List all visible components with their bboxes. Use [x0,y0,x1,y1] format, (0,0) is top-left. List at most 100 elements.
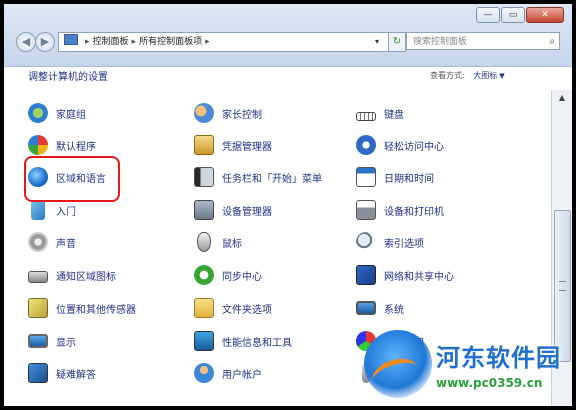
cp-item-troubleshooting[interactable]: 疑难解答 [28,362,96,384]
cp-item-label: 通知区域图标 [56,271,116,283]
cp-item-user-accounts[interactable]: 用户帐户 [194,362,262,384]
cp-item-device-manager[interactable]: 设备管理器 [194,199,272,221]
speaker-icon [28,232,48,252]
cp-item-label: 位置和其他传感器 [56,304,136,316]
cp-item-calendar[interactable]: 日期和时间 [356,166,434,188]
cp-item-printer[interactable]: 设备和打印机 [356,199,444,221]
view-mode: 查看方式: 大图标 ▼ [430,70,505,81]
cp-item-label: 同步中心 [222,271,262,283]
control-panel-folder-icon [64,34,78,45]
cp-item-label: 疑难解答 [56,369,96,381]
chevron-right-icon: ▸ [85,37,90,47]
cp-item-label: 设备管理器 [222,206,272,218]
address-bar[interactable]: ▸ 控制面板 ▸ 所有控制面板项 ▸ ▾ [58,32,398,52]
search-input[interactable]: 搜索控制面板 ⌕ [406,32,560,50]
view-mode-dropdown[interactable]: 大图标 ▼ [473,71,504,80]
cp-item-homegroup[interactable]: 家庭组 [28,102,86,124]
minimize-button[interactable]: — [476,7,500,23]
display-icon [28,334,48,348]
user-accounts-icon [194,363,214,383]
cp-item-system[interactable]: 系统 [356,297,404,319]
cp-item-label: 日期和时间 [384,173,434,185]
cp-item-ease-of-access[interactable]: 轻松访问中心 [356,134,444,156]
taskbar-icon [194,167,214,187]
cp-item-label: 声音 [56,238,76,250]
cp-item-label: 家长控制 [222,109,262,121]
cp-item-default-programs[interactable]: 默认程序 [28,134,96,156]
cp-item-folder-options[interactable]: 文件夹选项 [194,297,272,319]
breadcrumb-all-items[interactable]: 所有控制面板项 [139,37,202,47]
chevron-down-icon[interactable]: ▾ [375,33,379,51]
device-manager-icon [194,200,214,220]
location-sensor-icon [28,298,48,318]
keyboard-icon [356,111,376,121]
cp-item-taskbar[interactable]: 任务栏和「开始」菜单 [194,166,322,188]
watermark-title: 河东软件园 [436,343,561,372]
cp-item-speaker[interactable]: 声音 [28,231,76,253]
cp-item-parental-controls[interactable]: 家长控制 [194,102,262,124]
cp-item-performance[interactable]: 性能信息和工具 [194,330,292,352]
watermark-url: www.pc0359.cn [436,376,543,390]
cp-item-notification-area[interactable]: 通知区域图标 [28,264,116,286]
cp-item-credential-manager[interactable]: 凭据管理器 [194,134,272,156]
cp-item-sync-center[interactable]: 同步中心 [194,264,262,286]
title-bar: — ▭ ✕ ◀ ▶ ▸ 控制面板 ▸ 所有控制面板项 ▸ ▾ ↻ 搜索控制面板 ⌕ [4,4,572,67]
back-button[interactable]: ◀ [16,32,36,52]
cp-item-label: 家庭组 [56,109,86,121]
mouse-icon [197,232,211,252]
cp-item-display[interactable]: 显示 [28,330,76,352]
cp-item-location-sensor[interactable]: 位置和其他传感器 [28,297,136,319]
watermark-logo [364,330,432,398]
ease-of-access-icon [356,135,376,155]
region-language-highlight [24,156,120,202]
refresh-button[interactable]: ↻ [388,32,406,52]
getting-started-icon [31,200,45,220]
homegroup-icon [28,103,48,123]
page-title: 调整计算机的设置 [28,72,108,83]
control-panel-window: — ▭ ✕ ◀ ▶ ▸ 控制面板 ▸ 所有控制面板项 ▸ ▾ ↻ 搜索控制面板 ⌕ 调整… [4,4,572,406]
notification-area-icon [28,271,48,283]
cp-item-label: 凭据管理器 [222,141,272,153]
troubleshooting-icon [28,363,48,383]
network-icon [356,265,376,285]
cp-item-indexing[interactable]: 索引选项 [356,231,424,253]
view-mode-label: 查看方式: [430,71,465,80]
printer-icon [356,200,376,220]
cp-item-label: 键盘 [384,109,404,121]
scroll-up-arrow[interactable]: ▲ [552,90,572,106]
cp-item-label: 入门 [56,206,76,218]
cp-item-label: 系统 [384,304,404,316]
indexing-icon [356,232,376,252]
cp-item-label: 鼠标 [222,238,242,250]
calendar-icon [356,167,376,187]
close-button[interactable]: ✕ [526,7,564,23]
breadcrumb-control-panel[interactable]: 控制面板 [93,37,129,47]
cp-item-keyboard[interactable]: 键盘 [356,102,404,124]
cp-item-label: 性能信息和工具 [222,337,292,349]
search-placeholder: 搜索控制面板 [413,37,468,47]
cp-item-label: 显示 [56,337,76,349]
cp-item-label: 用户帐户 [222,369,262,381]
search-icon[interactable]: ⌕ [549,33,555,51]
default-programs-icon [28,135,48,155]
forward-button[interactable]: ▶ [35,32,55,52]
cp-item-label: 设备和打印机 [384,206,444,218]
chevron-right-icon: ▸ [131,37,137,47]
maximize-button[interactable]: ▭ [501,7,525,23]
parental-controls-icon [194,103,214,123]
cp-item-mouse[interactable]: 鼠标 [194,231,242,253]
cp-item-label: 索引选项 [384,238,424,250]
cp-item-label: 轻松访问中心 [384,141,444,153]
chevron-right-icon: ▸ [205,37,210,47]
cp-item-label: 任务栏和「开始」菜单 [222,173,322,185]
view-mode-value: 大图标 [473,71,498,80]
cp-item-label: 默认程序 [56,141,96,153]
sync-center-icon [194,265,214,285]
watermark: 河东软件园 www.pc0359.cn [364,326,572,402]
folder-options-icon [194,298,214,318]
cp-item-network[interactable]: 网络和共享中心 [356,264,454,286]
credential-manager-icon [194,135,214,155]
chevron-down-icon: ▼ [499,72,505,80]
cp-item-getting-started[interactable]: 入门 [28,199,76,221]
cp-item-label: 文件夹选项 [222,304,272,316]
